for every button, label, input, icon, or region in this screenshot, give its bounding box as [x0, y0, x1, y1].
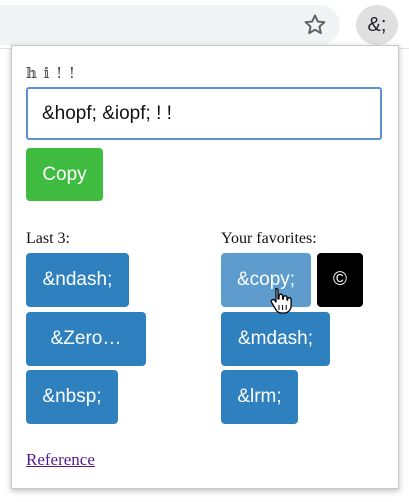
- recent-entity-button[interactable]: &ndash;: [26, 253, 129, 307]
- extension-popup: 𝕙 𝕚 ! ! Copy Last 3: Your favorites: &nd…: [11, 45, 399, 489]
- favorite-entity-button[interactable]: &mdash;: [221, 312, 330, 366]
- reference-link[interactable]: Reference: [26, 450, 95, 470]
- entity-preview-tooltip: ©: [317, 253, 363, 307]
- copy-button[interactable]: Copy: [26, 148, 103, 201]
- extension-button[interactable]: &;: [356, 5, 398, 45]
- rendered-preview: 𝕙 𝕚 ! !: [26, 64, 76, 82]
- favorite-entity-button[interactable]: &lrm;: [221, 370, 298, 424]
- favorite-entity-button[interactable]: &copy;: [221, 253, 311, 307]
- last-heading: Last 3:: [26, 230, 70, 247]
- hand-cursor-icon: [270, 287, 292, 314]
- address-bar[interactable]: [0, 5, 340, 45]
- recent-entity-button[interactable]: &nbsp;: [26, 370, 118, 424]
- star-icon[interactable]: [302, 12, 328, 38]
- browser-toolbar: &;: [0, 0, 409, 49]
- entity-input[interactable]: [26, 87, 382, 140]
- recent-entity-button[interactable]: &Zero…: [26, 312, 146, 366]
- favorites-heading: Your favorites:: [221, 230, 317, 247]
